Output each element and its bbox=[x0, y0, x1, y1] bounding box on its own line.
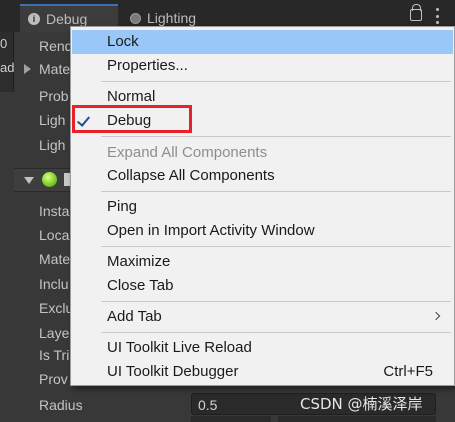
kebab-menu-icon[interactable] bbox=[432, 8, 442, 24]
tab-lighting-label: Lighting bbox=[147, 10, 197, 26]
inspector-label: Is Tri bbox=[39, 347, 70, 363]
sphere-component-icon bbox=[42, 172, 57, 187]
watermark: CSDN @楠溪泽岸 bbox=[300, 395, 423, 413]
radius-label: Radius bbox=[39, 397, 83, 413]
menu-item-ui-toolkit-debugger[interactable]: UI Toolkit Debugger Ctrl+F5 bbox=[72, 360, 453, 384]
menu-item-close-tab[interactable]: Close Tab bbox=[72, 274, 453, 298]
menu-item-label: Maximize bbox=[107, 253, 171, 270]
annotation-highlight-box bbox=[72, 105, 192, 133]
menu-item-label: Collapse All Components bbox=[107, 167, 275, 184]
left-strip-text: ad bbox=[0, 60, 15, 75]
menu-separator bbox=[101, 191, 451, 192]
menu-separator bbox=[101, 246, 451, 247]
expand-arrow-icon[interactable] bbox=[24, 64, 31, 74]
menu-item-collapse-all[interactable]: Collapse All Components bbox=[72, 164, 453, 188]
menu-item-label: Ping bbox=[107, 198, 138, 215]
left-strip-value: 0 bbox=[0, 36, 8, 51]
menu-item-label: Properties... bbox=[107, 57, 188, 74]
inspector-label: Ligh bbox=[39, 112, 66, 128]
inspector-label: Mate bbox=[39, 251, 71, 267]
menu-separator bbox=[101, 301, 451, 302]
inspector-label: Exclu bbox=[39, 300, 74, 316]
inspector-label: Inclu bbox=[39, 276, 69, 292]
bottom-field[interactable] bbox=[191, 416, 271, 422]
inspector-label: Loca bbox=[39, 227, 70, 243]
menu-item-label: Close Tab bbox=[107, 277, 174, 294]
menu-item-properties[interactable]: Properties... bbox=[72, 54, 453, 78]
menu-item-label: UI Toolkit Live Reload bbox=[107, 339, 252, 356]
inspector-label: Rend bbox=[39, 38, 73, 54]
inspector-label: Prov bbox=[39, 371, 68, 387]
tab-debug-label: Debug bbox=[46, 11, 88, 27]
menu-item-label: Normal bbox=[107, 88, 156, 105]
menu-item-shortcut: Ctrl+F5 bbox=[383, 363, 433, 380]
bottom-field[interactable] bbox=[278, 416, 436, 422]
menu-item-label: Expand All Components bbox=[107, 144, 268, 161]
chevron-right-icon bbox=[431, 311, 441, 321]
menu-item-expand-all: Expand All Components bbox=[72, 141, 453, 165]
menu-item-ping[interactable]: Ping bbox=[72, 195, 453, 219]
inspector-label: Laye bbox=[39, 325, 70, 341]
bulb-icon bbox=[130, 12, 141, 24]
menu-separator bbox=[101, 81, 451, 82]
inspector-label: Insta bbox=[39, 203, 70, 219]
inspector-label: Mate bbox=[39, 61, 71, 77]
lock-icon[interactable] bbox=[410, 4, 422, 21]
inspector-label: Prob bbox=[39, 88, 69, 104]
menu-item-maximize[interactable]: Maximize bbox=[72, 250, 453, 274]
menu-separator bbox=[101, 332, 451, 333]
menu-item-label: Add Tab bbox=[107, 308, 162, 325]
menu-item-lock[interactable]: Lock bbox=[72, 30, 453, 54]
foldout-arrow-icon[interactable] bbox=[24, 177, 34, 184]
inspector-label: Ligh bbox=[39, 137, 66, 153]
menu-item-label: Open in Import Activity Window bbox=[107, 222, 315, 239]
menu-item-label: Lock bbox=[107, 33, 139, 50]
menu-item-add-tab[interactable]: Add Tab bbox=[72, 305, 453, 329]
menu-separator bbox=[101, 136, 451, 137]
context-menu: Lock Properties... Normal Debug Expand A… bbox=[70, 26, 455, 386]
menu-item-open-import-activity[interactable]: Open in Import Activity Window bbox=[72, 219, 453, 243]
info-icon: i bbox=[28, 13, 40, 25]
menu-item-ui-toolkit-live-reload[interactable]: UI Toolkit Live Reload bbox=[72, 336, 453, 360]
menu-item-label: UI Toolkit Debugger bbox=[107, 363, 239, 380]
